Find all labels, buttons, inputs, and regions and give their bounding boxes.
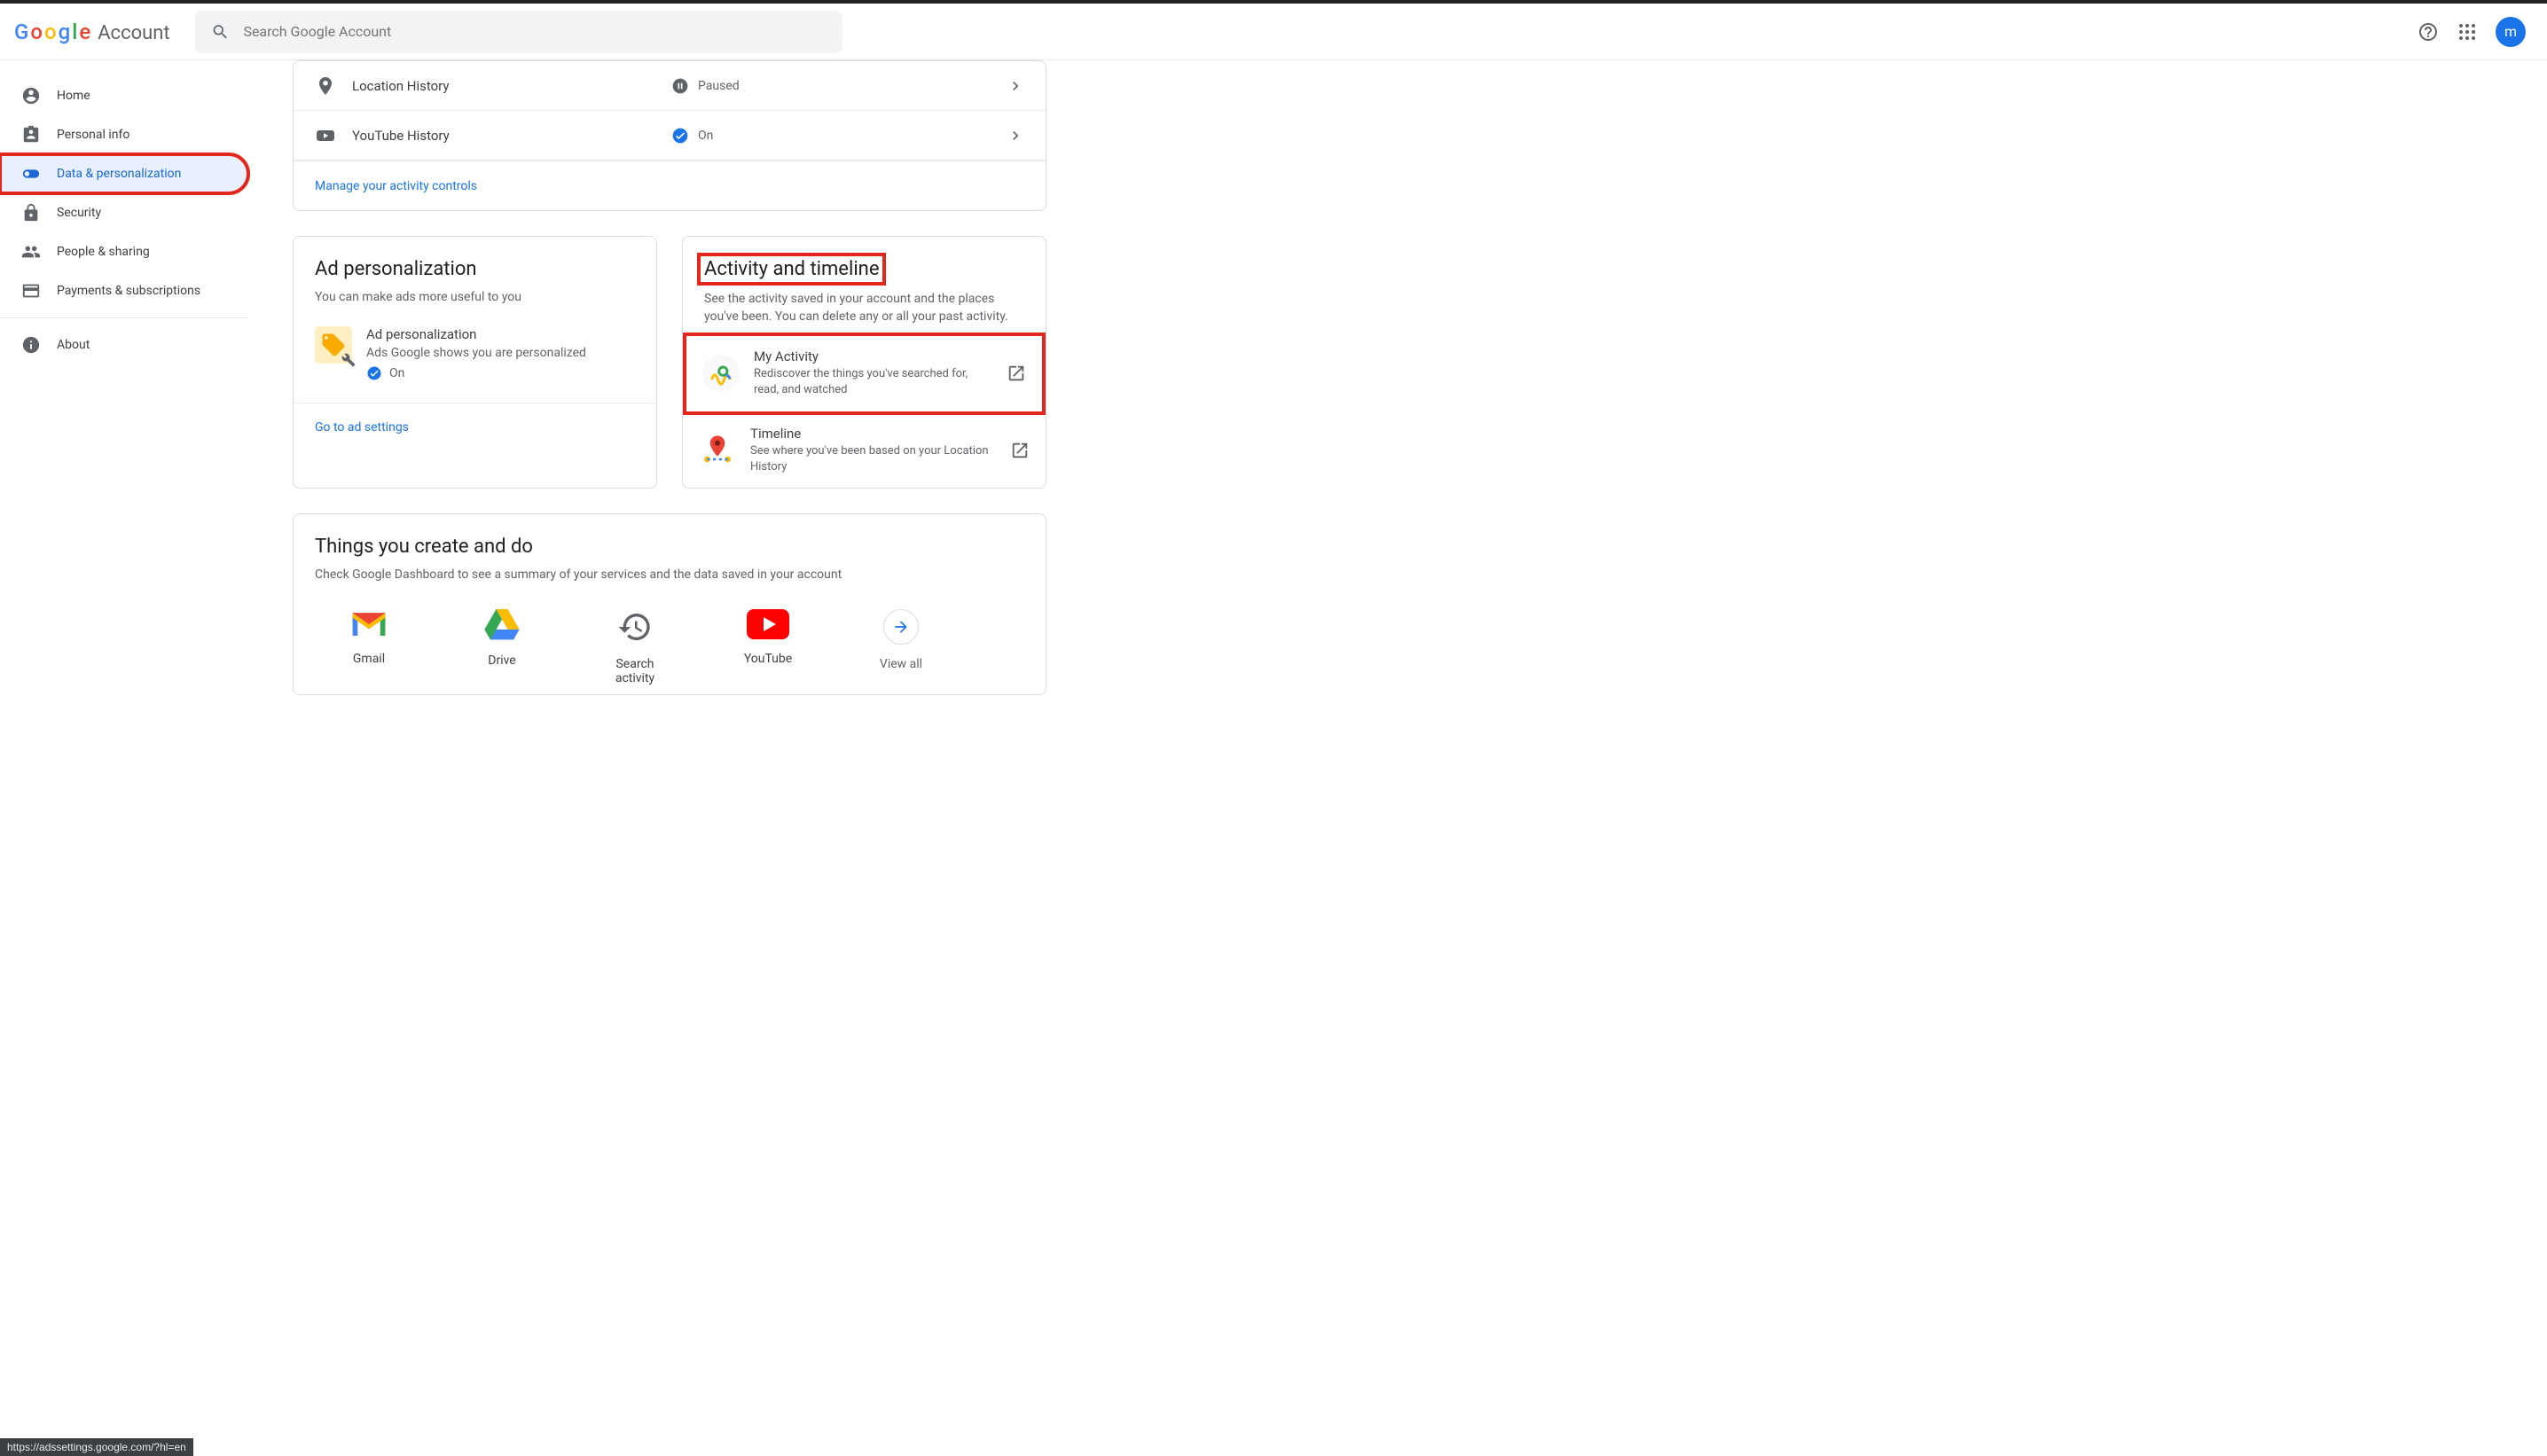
gmail-icon bbox=[349, 609, 388, 639]
sidebar-item-about[interactable]: About bbox=[0, 325, 248, 364]
card-subtitle: See the activity saved in your account a… bbox=[704, 291, 1024, 325]
browser-status-url: https://adssettings.google.com/?hl=en bbox=[0, 1438, 193, 1456]
history-icon bbox=[617, 609, 653, 645]
row-status: On bbox=[671, 127, 1007, 145]
activity-timeline-card: Activity and timeline See the activity s… bbox=[682, 236, 1046, 489]
arrow-circle-icon bbox=[883, 609, 919, 645]
view-all-services[interactable]: View all bbox=[861, 609, 941, 685]
sidebar-item-label: Payments & subscriptions bbox=[57, 284, 200, 298]
service-drive[interactable]: Drive bbox=[462, 609, 542, 685]
people-icon bbox=[21, 242, 41, 262]
sidebar-item-label: Personal info bbox=[57, 128, 129, 142]
service-label: Gmail bbox=[353, 652, 385, 666]
sidebar-item-label: Data & personalization bbox=[57, 167, 181, 181]
main-content: Location History Paused YouTube History … bbox=[248, 60, 2547, 731]
header-actions: m bbox=[2418, 17, 2533, 47]
card-subtitle: Check Google Dashboard to see a summary … bbox=[315, 567, 1024, 584]
row-label: Location History bbox=[352, 78, 671, 94]
card-title: Ad personalization bbox=[315, 258, 635, 280]
item-status: On bbox=[366, 365, 586, 381]
service-gmail[interactable]: Gmail bbox=[329, 609, 409, 685]
external-link-icon bbox=[1010, 441, 1030, 460]
search-input[interactable] bbox=[243, 23, 826, 40]
apps-grid-icon[interactable] bbox=[2457, 21, 2478, 43]
service-youtube[interactable]: YouTube bbox=[728, 609, 808, 685]
service-label: Search activity bbox=[595, 657, 675, 685]
view-all-label: View all bbox=[880, 657, 922, 671]
sidebar-item-label: Home bbox=[57, 89, 90, 103]
item-subtitle: Rediscover the things you've searched fo… bbox=[754, 366, 992, 398]
service-label: Drive bbox=[488, 654, 515, 668]
external-link-icon bbox=[1007, 364, 1026, 383]
youtube-icon bbox=[747, 609, 789, 639]
info-icon bbox=[21, 335, 41, 355]
timeline-map-icon bbox=[699, 432, 736, 469]
activity-row-youtube-history[interactable]: YouTube History On bbox=[294, 111, 1046, 160]
my-activity-item[interactable]: My Activity Rediscover the things you've… bbox=[686, 336, 1042, 411]
sidebar-item-label: Security bbox=[57, 206, 101, 220]
sidebar-item-security[interactable]: Security bbox=[0, 193, 248, 232]
service-label: YouTube bbox=[744, 652, 792, 666]
location-pin-icon bbox=[315, 75, 336, 97]
service-search-activity[interactable]: Search activity bbox=[595, 609, 675, 685]
check-circle-icon bbox=[671, 127, 689, 145]
header-bar: Google Account m bbox=[0, 4, 2547, 60]
pause-circle-icon bbox=[671, 77, 689, 95]
search-icon bbox=[211, 22, 230, 42]
sidebar-item-home[interactable]: Home bbox=[0, 76, 248, 115]
row-status: Paused bbox=[671, 77, 1007, 95]
lock-icon bbox=[21, 203, 41, 223]
item-title: Timeline bbox=[750, 426, 996, 442]
activity-icon bbox=[702, 355, 740, 392]
sidebar-item-data-personalization[interactable]: Data & personalization bbox=[0, 154, 248, 193]
ad-tag-icon bbox=[315, 326, 352, 364]
help-icon[interactable] bbox=[2418, 21, 2439, 43]
activity-row-location-history[interactable]: Location History Paused bbox=[294, 61, 1046, 111]
card-subtitle: You can make ads more useful to you bbox=[315, 289, 635, 307]
row-label: YouTube History bbox=[352, 128, 671, 144]
sidebar-item-label: People & sharing bbox=[57, 245, 150, 259]
youtube-icon bbox=[315, 125, 336, 146]
item-title: Ad personalization bbox=[366, 326, 586, 342]
chevron-right-icon bbox=[1007, 127, 1024, 145]
account-avatar[interactable]: m bbox=[2496, 17, 2526, 47]
sidebar-item-people-sharing[interactable]: People & sharing bbox=[0, 232, 248, 271]
ad-personalization-card: Ad personalization You can make ads more… bbox=[293, 236, 657, 489]
toggle-icon bbox=[21, 164, 41, 184]
card-title: Things you create and do bbox=[315, 536, 1024, 558]
item-subtitle: Ads Google shows you are personalized bbox=[366, 346, 586, 360]
sidebar-divider bbox=[0, 317, 248, 318]
activity-controls-card: Location History Paused YouTube History … bbox=[293, 60, 1046, 211]
credit-card-icon bbox=[21, 281, 41, 301]
sidebar-item-personal-info[interactable]: Personal info bbox=[0, 115, 248, 154]
home-icon bbox=[21, 86, 41, 106]
product-name: Account bbox=[98, 22, 169, 44]
search-bar[interactable] bbox=[195, 11, 842, 53]
sidebar-nav: Home Personal info Data & personalizatio… bbox=[0, 60, 248, 731]
chevron-right-icon bbox=[1007, 77, 1024, 95]
drive-icon bbox=[484, 609, 520, 641]
go-to-ad-settings-link[interactable]: Go to ad settings bbox=[294, 403, 656, 452]
wrench-icon bbox=[341, 353, 356, 367]
id-card-icon bbox=[21, 125, 41, 145]
things-you-create-card: Things you create and do Check Google Da… bbox=[293, 513, 1046, 695]
item-title: My Activity bbox=[754, 348, 992, 364]
timeline-item[interactable]: Timeline See where you've been based on … bbox=[683, 413, 1046, 488]
check-circle-icon bbox=[366, 365, 382, 381]
sidebar-item-label: About bbox=[57, 338, 90, 352]
manage-activity-controls-link[interactable]: Manage your activity controls bbox=[294, 160, 1046, 210]
card-title: Activity and timeline bbox=[701, 256, 882, 282]
google-account-logo[interactable]: Google Account bbox=[14, 20, 170, 44]
item-subtitle: See where you've been based on your Loca… bbox=[750, 443, 996, 475]
ad-personalization-item[interactable]: Ad personalization Ads Google shows you … bbox=[315, 326, 635, 381]
sidebar-item-payments[interactable]: Payments & subscriptions bbox=[0, 271, 248, 310]
